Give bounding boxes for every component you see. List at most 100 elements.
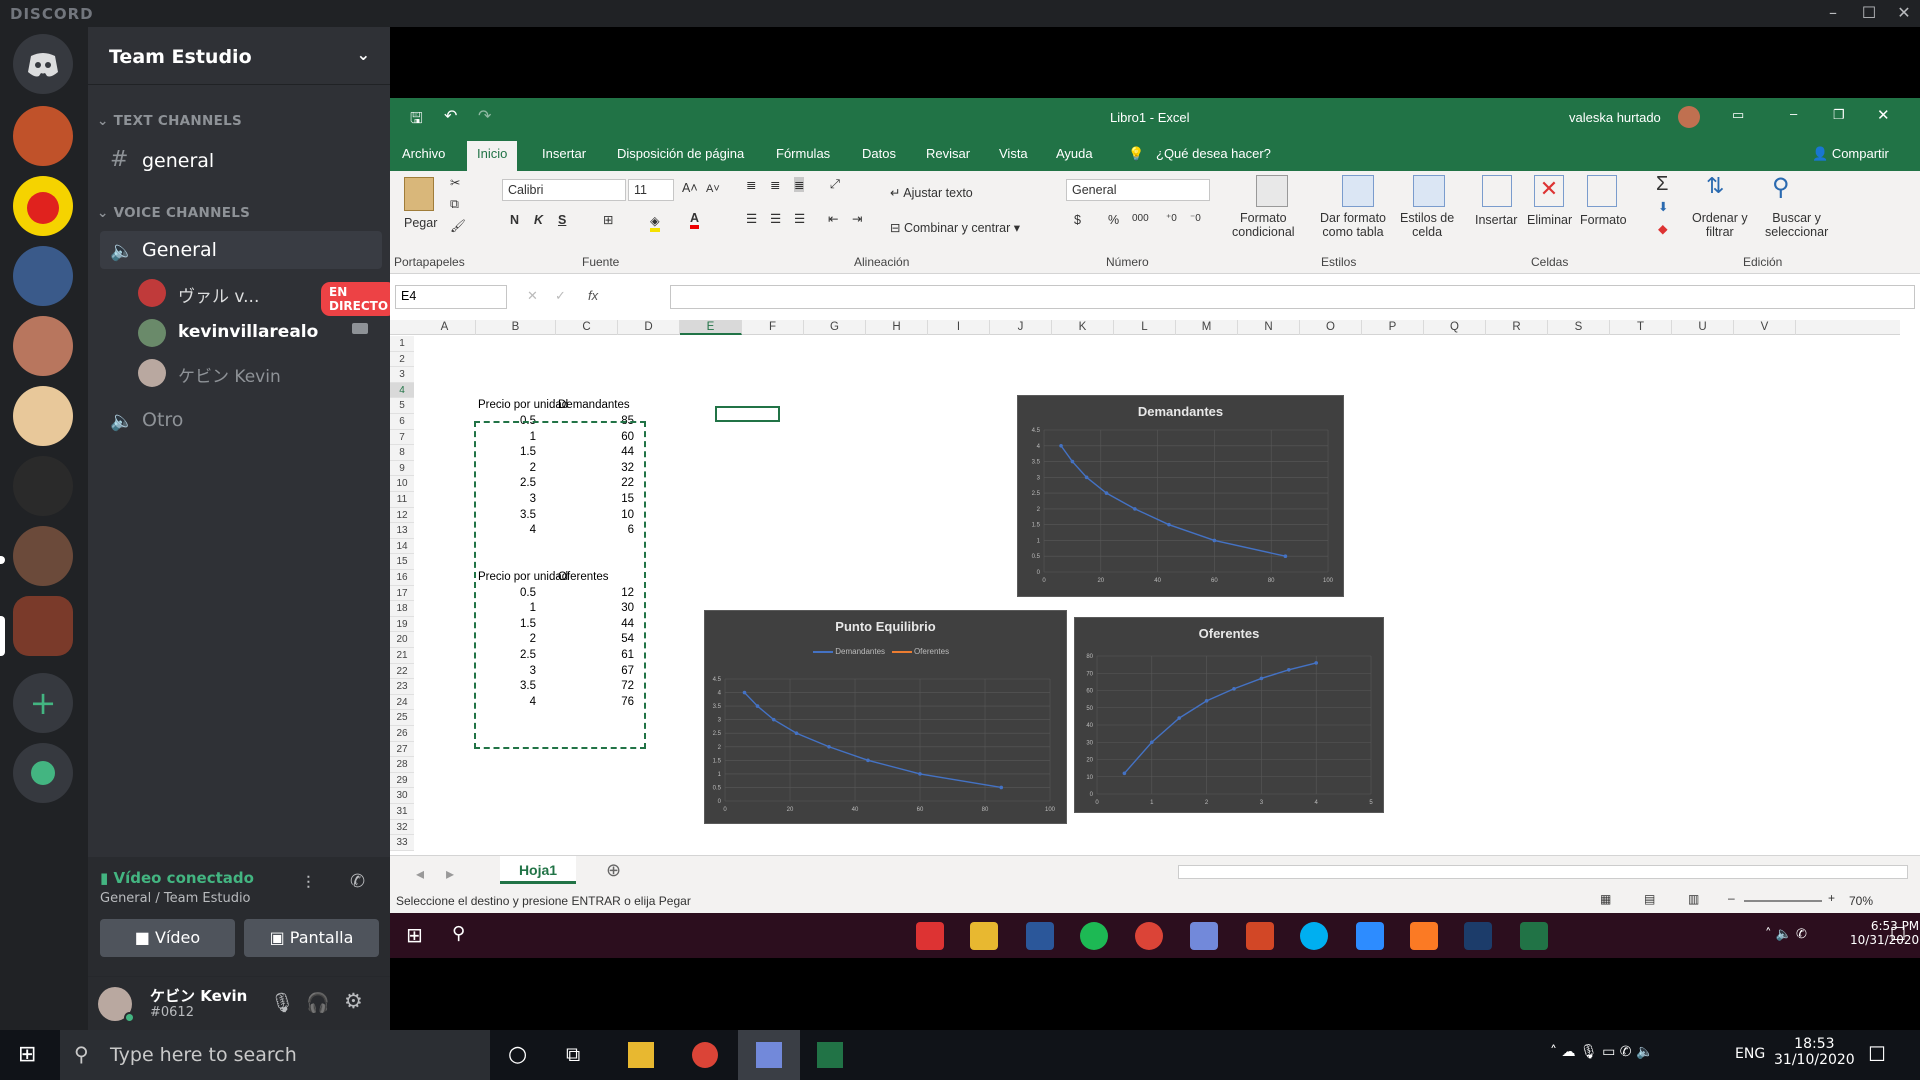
- column-header-M[interactable]: M: [1176, 320, 1238, 335]
- server-icon-6[interactable]: [13, 456, 73, 516]
- row-header[interactable]: 29: [390, 772, 414, 789]
- explore-servers-icon[interactable]: [13, 743, 73, 803]
- column-header-J[interactable]: J: [990, 320, 1052, 335]
- sort-filter-button[interactable]: Ordenar y filtrar: [1692, 211, 1748, 239]
- channel-general-text[interactable]: # general: [100, 142, 382, 180]
- chrome-icon[interactable]: [692, 1042, 718, 1068]
- voice-channel-general[interactable]: 🔈 General: [100, 231, 382, 269]
- excel-icon[interactable]: [1520, 922, 1548, 950]
- decrease-indent-icon[interactable]: ⇤: [828, 211, 838, 226]
- enter-icon[interactable]: ✓: [555, 288, 566, 304]
- row-header[interactable]: 11: [390, 492, 414, 508]
- sort-filter-icon[interactable]: ⇅: [1706, 173, 1724, 199]
- column-header-H[interactable]: H: [866, 320, 928, 335]
- column-header-T[interactable]: T: [1610, 320, 1672, 335]
- row-header[interactable]: 12: [390, 507, 414, 524]
- screen-share-button[interactable]: ▣ Pantalla: [244, 919, 379, 957]
- server-icon-team-estudio[interactable]: [13, 596, 73, 656]
- shrink-font-icon[interactable]: A˅: [706, 183, 720, 195]
- decrease-decimal-icon[interactable]: ⁻0: [1190, 213, 1201, 224]
- zoom-level[interactable]: 70%: [1849, 894, 1873, 908]
- column-header-U[interactable]: U: [1672, 320, 1734, 335]
- minimize-icon[interactable]: –: [1822, 2, 1844, 24]
- table-format-icon[interactable]: [1342, 175, 1374, 207]
- number-format-combo[interactable]: General: [1066, 179, 1210, 201]
- copy-icon[interactable]: ⧉: [450, 197, 459, 212]
- file-explorer-icon[interactable]: [970, 922, 998, 950]
- fill-color-icon[interactable]: ◈: [650, 213, 660, 232]
- row-header[interactable]: 14: [390, 538, 414, 555]
- row-header[interactable]: 17: [390, 585, 414, 602]
- align-middle-icon[interactable]: ≣: [770, 177, 780, 192]
- delete-cells-icon[interactable]: ✕: [1534, 175, 1564, 207]
- tray-icons[interactable]: ˄ ☁ 🎙 ▭ ✆ 🔈: [1550, 1044, 1653, 1060]
- server-icon-1[interactable]: [13, 106, 73, 166]
- disconnect-icon[interactable]: ✆: [350, 871, 365, 892]
- cell-styles-button[interactable]: Estilos de celda: [1400, 211, 1454, 239]
- formula-input[interactable]: [670, 285, 1915, 309]
- tray-icons[interactable]: ˄ 🔈 ✆: [1765, 927, 1807, 942]
- notifications-icon[interactable]: ☐: [1890, 924, 1906, 945]
- windows-icon[interactable]: ⊞: [406, 923, 423, 947]
- align-left-icon[interactable]: ☰: [746, 211, 757, 226]
- row-header[interactable]: 10: [390, 476, 414, 492]
- column-header-O[interactable]: O: [1300, 320, 1362, 335]
- search-icon[interactable]: ⚲: [452, 923, 465, 944]
- row-header[interactable]: 28: [390, 757, 414, 773]
- fill-icon[interactable]: ⬇: [1658, 199, 1668, 214]
- add-sheet-icon[interactable]: ⊕: [606, 860, 621, 881]
- cancel-icon[interactable]: ✕: [527, 288, 538, 304]
- server-icon-5[interactable]: [13, 386, 73, 446]
- chart-demandantes[interactable]: Demandantes 0 0.5 1 1.5 2 2.5 3 3.5 4 4.5 0 20 40 60 8…: [1017, 395, 1344, 597]
- chart-punto-equilibrio[interactable]: Punto Equilibrio Demandantes Oferentes 0…: [704, 610, 1067, 824]
- app-icon-xampp[interactable]: [1410, 922, 1438, 950]
- row-header[interactable]: 21: [390, 648, 414, 664]
- align-center-icon[interactable]: ☰: [770, 211, 781, 226]
- row-header[interactable]: 33: [390, 835, 414, 851]
- tab-archivo[interactable]: Archivo: [402, 146, 445, 161]
- row-header[interactable]: 27: [390, 741, 414, 758]
- column-header-F[interactable]: F: [742, 320, 804, 335]
- merge-center-button[interactable]: ⊟ Combinar y centrar ▾: [890, 220, 1020, 235]
- align-top-icon[interactable]: ≣: [746, 177, 756, 192]
- taskbar-clock[interactable]: 18:53 31/10/2020: [1774, 1036, 1855, 1068]
- insert-function-icon[interactable]: fx: [588, 288, 598, 303]
- windows-start-icon[interactable]: ⊞: [18, 1042, 36, 1067]
- column-header-G[interactable]: G: [804, 320, 866, 335]
- row-header[interactable]: 3: [390, 367, 414, 383]
- row-header[interactable]: 32: [390, 819, 414, 836]
- column-header-B[interactable]: B: [476, 320, 556, 335]
- italic-button[interactable]: K: [534, 213, 543, 227]
- chart-oferentes[interactable]: Oferentes 0 10 20 30 40 50 60 70 80 0 1 2 3 4 5: [1074, 617, 1384, 813]
- normal-view-icon[interactable]: ▦: [1600, 892, 1611, 906]
- add-server-icon[interactable]: +: [13, 673, 73, 733]
- column-header-K[interactable]: K: [1052, 320, 1114, 335]
- zoom-app-icon[interactable]: [1356, 922, 1384, 950]
- row-header[interactable]: 4: [390, 382, 414, 399]
- gear-icon[interactable]: ⚙: [344, 989, 363, 1013]
- active-cell-selection[interactable]: [715, 406, 780, 422]
- insert-cells-button[interactable]: Insertar: [1475, 213, 1517, 227]
- row-header[interactable]: 15: [390, 554, 414, 570]
- redo-icon[interactable]: ↷: [478, 106, 491, 126]
- close-icon[interactable]: ✕: [1877, 106, 1890, 124]
- server-icon-3[interactable]: [13, 246, 73, 306]
- row-header[interactable]: 22: [390, 663, 414, 680]
- cortana-icon[interactable]: ○: [508, 1042, 527, 1067]
- row-header[interactable]: 1: [390, 336, 414, 352]
- skype-icon[interactable]: [1300, 922, 1328, 950]
- row-header[interactable]: 23: [390, 679, 414, 695]
- orientation-icon[interactable]: ⤢: [830, 177, 840, 192]
- language-indicator[interactable]: ENG: [1735, 1046, 1765, 1062]
- next-sheet-icon[interactable]: ▸: [446, 864, 454, 884]
- tab-ayuda[interactable]: Ayuda: [1056, 146, 1093, 161]
- row-header[interactable]: 26: [390, 726, 414, 742]
- column-header-Q[interactable]: Q: [1424, 320, 1486, 335]
- sheet-tab-hoja1[interactable]: Hoja1: [500, 856, 576, 884]
- column-header-R[interactable]: R: [1486, 320, 1548, 335]
- powerpoint-icon[interactable]: [1246, 922, 1274, 950]
- format-cells-icon[interactable]: [1587, 175, 1617, 207]
- clear-icon[interactable]: ◆: [1658, 221, 1668, 236]
- grow-font-icon[interactable]: A˄: [682, 181, 698, 195]
- delete-cells-button[interactable]: Eliminar: [1527, 213, 1572, 227]
